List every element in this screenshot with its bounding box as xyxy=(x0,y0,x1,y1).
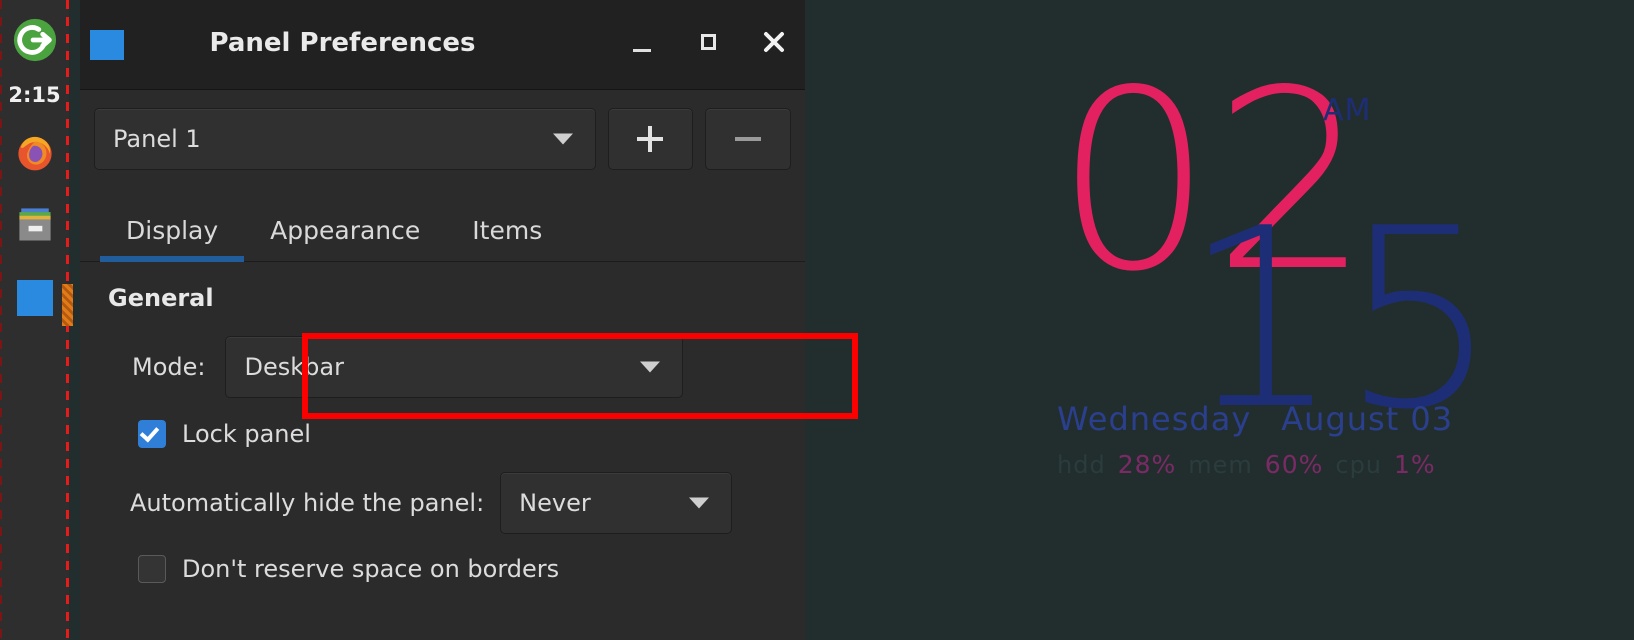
lock-panel-row[interactable]: Lock panel xyxy=(138,404,805,464)
deskbar-clock-label: 2:15 xyxy=(8,83,61,107)
autohide-label: Automatically hide the panel: xyxy=(130,489,485,517)
blue-app-icon xyxy=(16,280,53,316)
autohide-dropdown[interactable]: Never xyxy=(500,472,733,534)
lock-panel-checkbox[interactable] xyxy=(138,420,166,448)
mode-row: Mode: Deskbar xyxy=(132,330,805,404)
close-icon xyxy=(764,32,784,52)
deskbar-item-application[interactable] xyxy=(0,272,69,324)
tab-appearance[interactable]: Appearance xyxy=(244,216,446,261)
window-controls xyxy=(627,26,789,58)
maximize-button[interactable] xyxy=(693,26,723,58)
mode-label: Mode: xyxy=(132,353,206,381)
mem-value: 60% xyxy=(1264,450,1324,479)
hdd-value: 28% xyxy=(1117,450,1177,479)
file-manager-icon xyxy=(18,208,51,241)
maximize-icon xyxy=(700,34,716,50)
hdd-label: hdd xyxy=(1057,451,1106,479)
mem-label: mem xyxy=(1188,451,1253,479)
clock-ampm: AM xyxy=(1323,93,1372,128)
mode-value: Deskbar xyxy=(244,353,344,381)
clock-date-line: Wednesday August 03 xyxy=(1057,400,1453,438)
chevron-down-icon xyxy=(552,133,573,145)
chevron-down-icon xyxy=(689,497,710,509)
panel-select-dropdown[interactable]: Panel 1 xyxy=(94,108,596,170)
firefox-icon xyxy=(17,136,52,171)
plus-icon xyxy=(637,126,664,152)
tab-display-label: Display xyxy=(126,216,219,245)
panel-select-value: Panel 1 xyxy=(113,125,201,153)
tab-appearance-label: Appearance xyxy=(270,216,421,245)
cpu-label: cpu xyxy=(1335,451,1383,479)
minus-icon xyxy=(735,137,762,141)
close-button[interactable] xyxy=(759,26,789,58)
deskbar-panel[interactable]: 2:15 xyxy=(0,0,73,640)
deskbar-item-firefox[interactable] xyxy=(0,126,69,178)
logout-icon xyxy=(13,18,56,62)
general-section-heading: General xyxy=(108,284,214,312)
tab-items-label: Items xyxy=(472,216,543,245)
lock-panel-label: Lock panel xyxy=(182,420,311,448)
conky-clock-widget: 02 15 AM Wednesday August 03 hdd 28% mem 60%… xyxy=(1035,58,1515,498)
reserve-space-row[interactable]: Don't reserve space on borders xyxy=(138,542,805,596)
window-titlebar[interactable]: Panel Preferences xyxy=(80,0,805,90)
screen: 02 15 AM Wednesday August 03 hdd 28% mem 60%… xyxy=(0,0,1634,640)
cpu-value: 1% xyxy=(1394,450,1436,479)
mode-dropdown[interactable]: Deskbar xyxy=(225,336,684,398)
preferences-tabs: Display Appearance Items xyxy=(80,182,805,262)
reserve-space-label: Don't reserve space on borders xyxy=(182,555,560,583)
minimize-icon xyxy=(633,48,651,52)
panel-selector-row: Panel 1 xyxy=(80,90,805,182)
tab-items[interactable]: Items xyxy=(446,216,568,261)
chevron-down-icon xyxy=(640,361,661,373)
deskbar-edge-resize-handle[interactable] xyxy=(62,284,73,326)
deskbar-item-logout[interactable] xyxy=(0,14,69,66)
deskbar-clock[interactable]: 2:15 xyxy=(0,82,69,108)
add-panel-button[interactable] xyxy=(607,108,694,170)
autohide-row: Automatically hide the panel: Never xyxy=(130,464,805,542)
reserve-space-checkbox[interactable] xyxy=(138,555,166,583)
tab-display[interactable]: Display xyxy=(100,216,245,262)
check-icon xyxy=(139,422,160,443)
panel-preferences-window: Panel Preferences Panel 1 Display Appear… xyxy=(80,0,858,640)
deskbar-item-file-manager[interactable] xyxy=(0,198,69,250)
remove-panel-button[interactable] xyxy=(705,108,791,170)
display-tab-content: General Mode: Deskbar Lock panel Automat… xyxy=(80,262,805,596)
clock-date: August 03 xyxy=(1281,400,1454,438)
autohide-value: Never xyxy=(519,489,591,517)
minimize-button[interactable] xyxy=(627,26,657,58)
system-stats-line: hdd 28% mem 60% cpu 1% xyxy=(1057,450,1436,479)
clock-weekday: Wednesday xyxy=(1057,400,1252,438)
